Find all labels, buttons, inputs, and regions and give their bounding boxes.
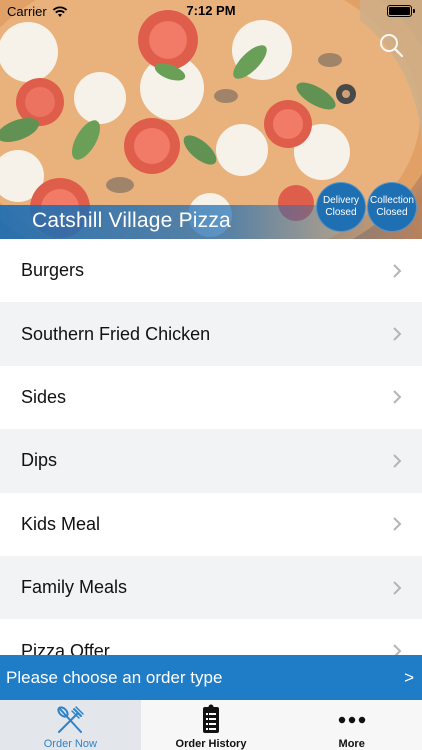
battery-icon [387, 5, 415, 17]
tab-label: More [338, 738, 365, 750]
search-icon[interactable] [378, 32, 404, 58]
menu-item-kids-meal[interactable]: Kids Meal [0, 492, 422, 556]
tab-order-now[interactable]: Order Now [0, 700, 141, 750]
collection-state: Closed [376, 207, 408, 218]
chevron-right-icon [393, 390, 402, 405]
chevron-right-icon [393, 263, 402, 278]
collection-label: Collection [370, 195, 414, 206]
more-dots-icon [338, 716, 365, 724]
menu-item-label: Southern Fried Chicken [21, 323, 211, 344]
menu-category-list: Burgers Southern Fried Chicken Sides Dip… [0, 239, 422, 683]
menu-item-label: Sides [21, 386, 67, 407]
order-type-arrow: > [404, 667, 414, 687]
tab-label: Order Now [43, 738, 97, 750]
chevron-right-icon [393, 580, 402, 595]
menu-item-sides[interactable]: Sides [0, 365, 422, 430]
header-banner: Carrier 7:12 PM Catshill Village Pizza D… [0, 0, 422, 239]
clock: 7:12 PM [186, 3, 236, 18]
menu-item-burgers[interactable]: Burgers [0, 239, 422, 303]
menu-item-label: Kids Meal [21, 513, 101, 534]
chevron-right-icon [393, 327, 402, 341]
menu-item-southern-fried-chicken[interactable]: Southern Fried Chicken [0, 302, 422, 366]
menu-item-family-meals[interactable]: Family Meals [0, 555, 422, 620]
menu-item-dips[interactable]: Dips [0, 429, 422, 493]
menu-item-label: Burgers [21, 260, 85, 281]
bottom-tab-bar: Order Now Order History More [0, 700, 422, 750]
chevron-right-icon [393, 517, 402, 531]
restaurant-name: Catshill Village Pizza [32, 209, 231, 232]
order-type-prompt: Please choose an order type [6, 667, 223, 687]
collection-status-badge[interactable]: Collection Closed [367, 182, 417, 232]
tab-label: Order History [175, 738, 247, 750]
delivery-status-badge[interactable]: Delivery Closed [316, 182, 366, 232]
menu-item-label: Dips [21, 450, 58, 471]
tab-order-history[interactable]: Order History [141, 700, 282, 750]
delivery-label: Delivery [322, 195, 360, 206]
chevron-right-icon [393, 454, 402, 468]
tab-more[interactable]: More [281, 700, 422, 750]
delivery-state: Closed [325, 207, 357, 218]
menu-item-label: Family Meals [21, 577, 128, 598]
receipt-icon [203, 704, 219, 733]
utensils-icon [57, 706, 85, 733]
order-type-bar[interactable]: Please choose an order type > [0, 655, 422, 700]
ios-status-bar: Carrier 7:12 PM [0, 0, 422, 22]
